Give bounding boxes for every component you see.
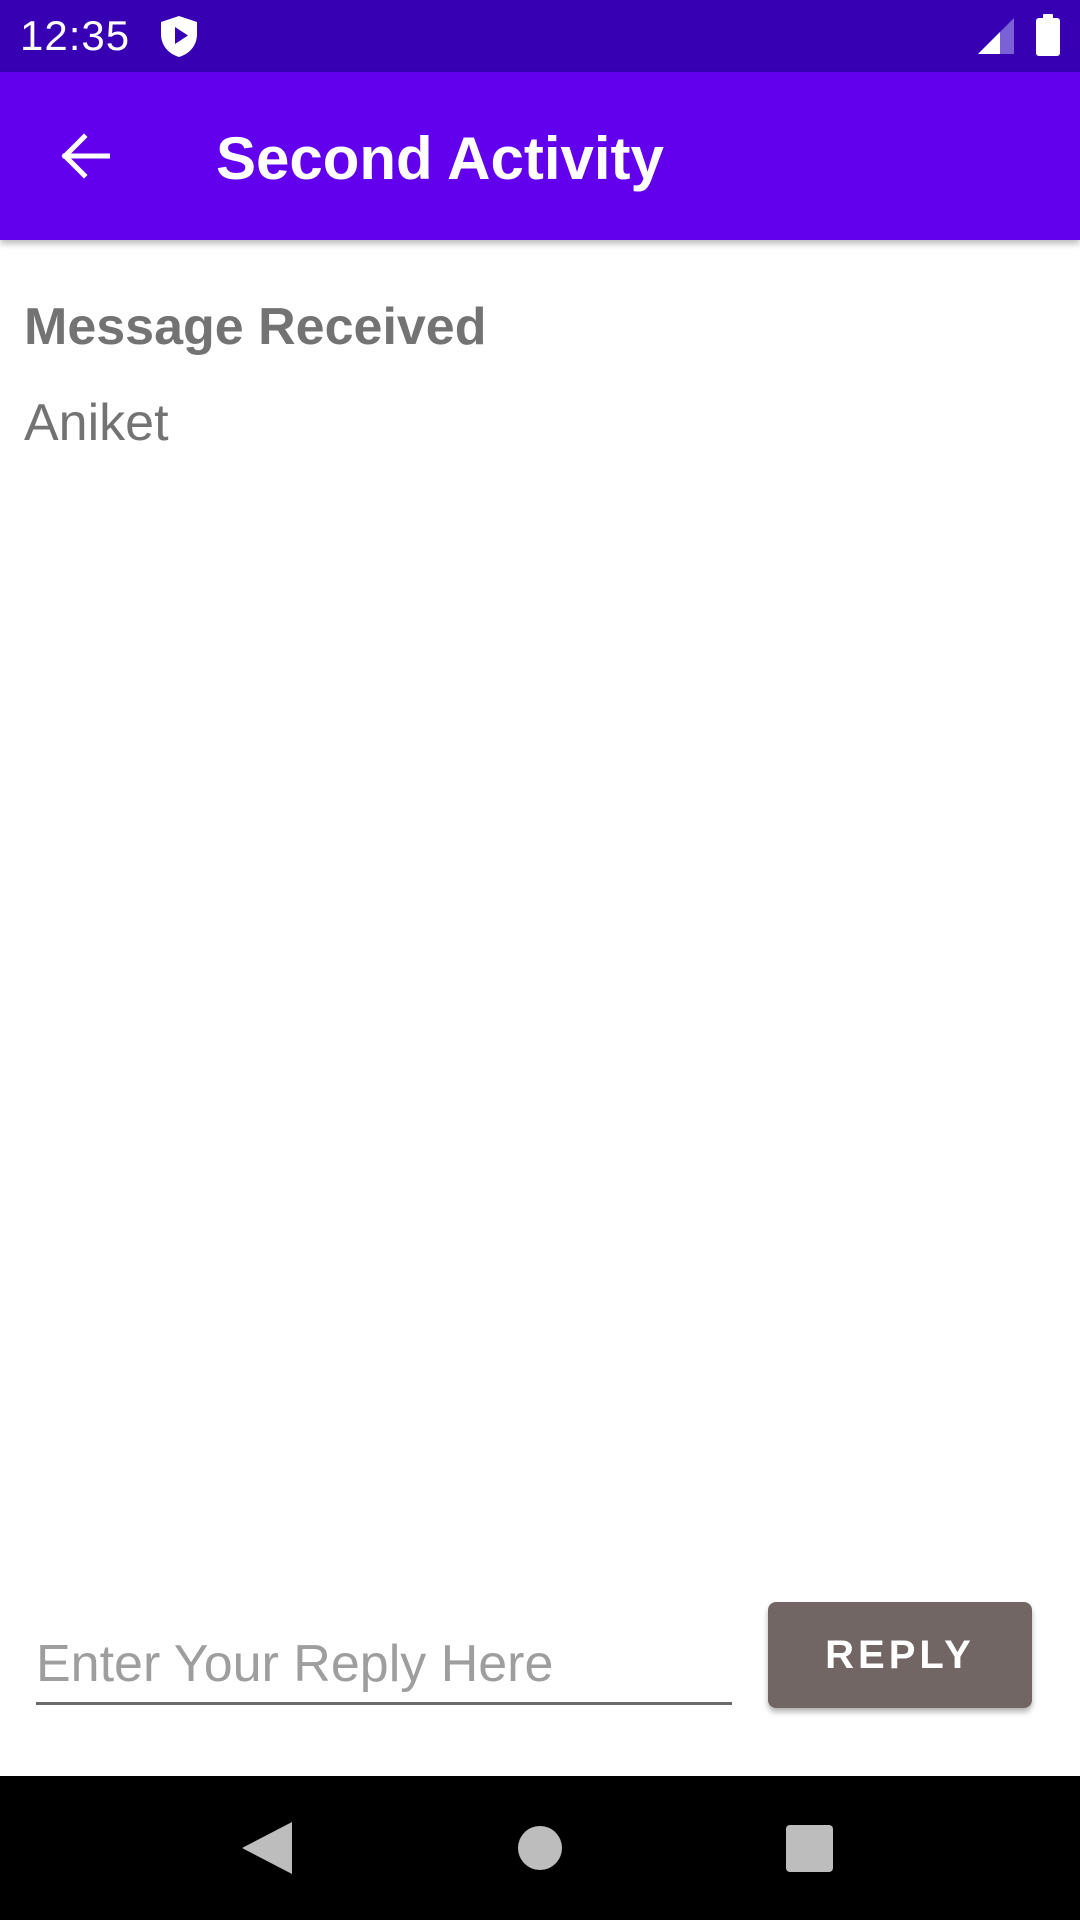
message-heading: Message Received (24, 298, 487, 356)
shield-play-icon (161, 16, 197, 57)
page-title: Second Activity (216, 125, 664, 192)
back-button[interactable] (40, 116, 130, 196)
reply-input[interactable] (36, 1626, 732, 1705)
nav-recents-icon[interactable] (786, 1825, 833, 1872)
received-message-text: Aniket (24, 394, 169, 452)
reply-button-label: REPLY (825, 1632, 975, 1677)
arrow-back-icon (61, 133, 110, 179)
reply-button[interactable]: REPLY (768, 1602, 1032, 1708)
status-time: 12:35 (20, 12, 131, 59)
status-bar: 12:35 (0, 0, 1080, 72)
nav-home-icon[interactable] (518, 1826, 562, 1870)
app-bar: Second Activity (0, 72, 1080, 240)
battery-icon (1036, 14, 1060, 56)
signal-icon (978, 18, 1014, 54)
nav-back-icon[interactable] (242, 1822, 292, 1874)
